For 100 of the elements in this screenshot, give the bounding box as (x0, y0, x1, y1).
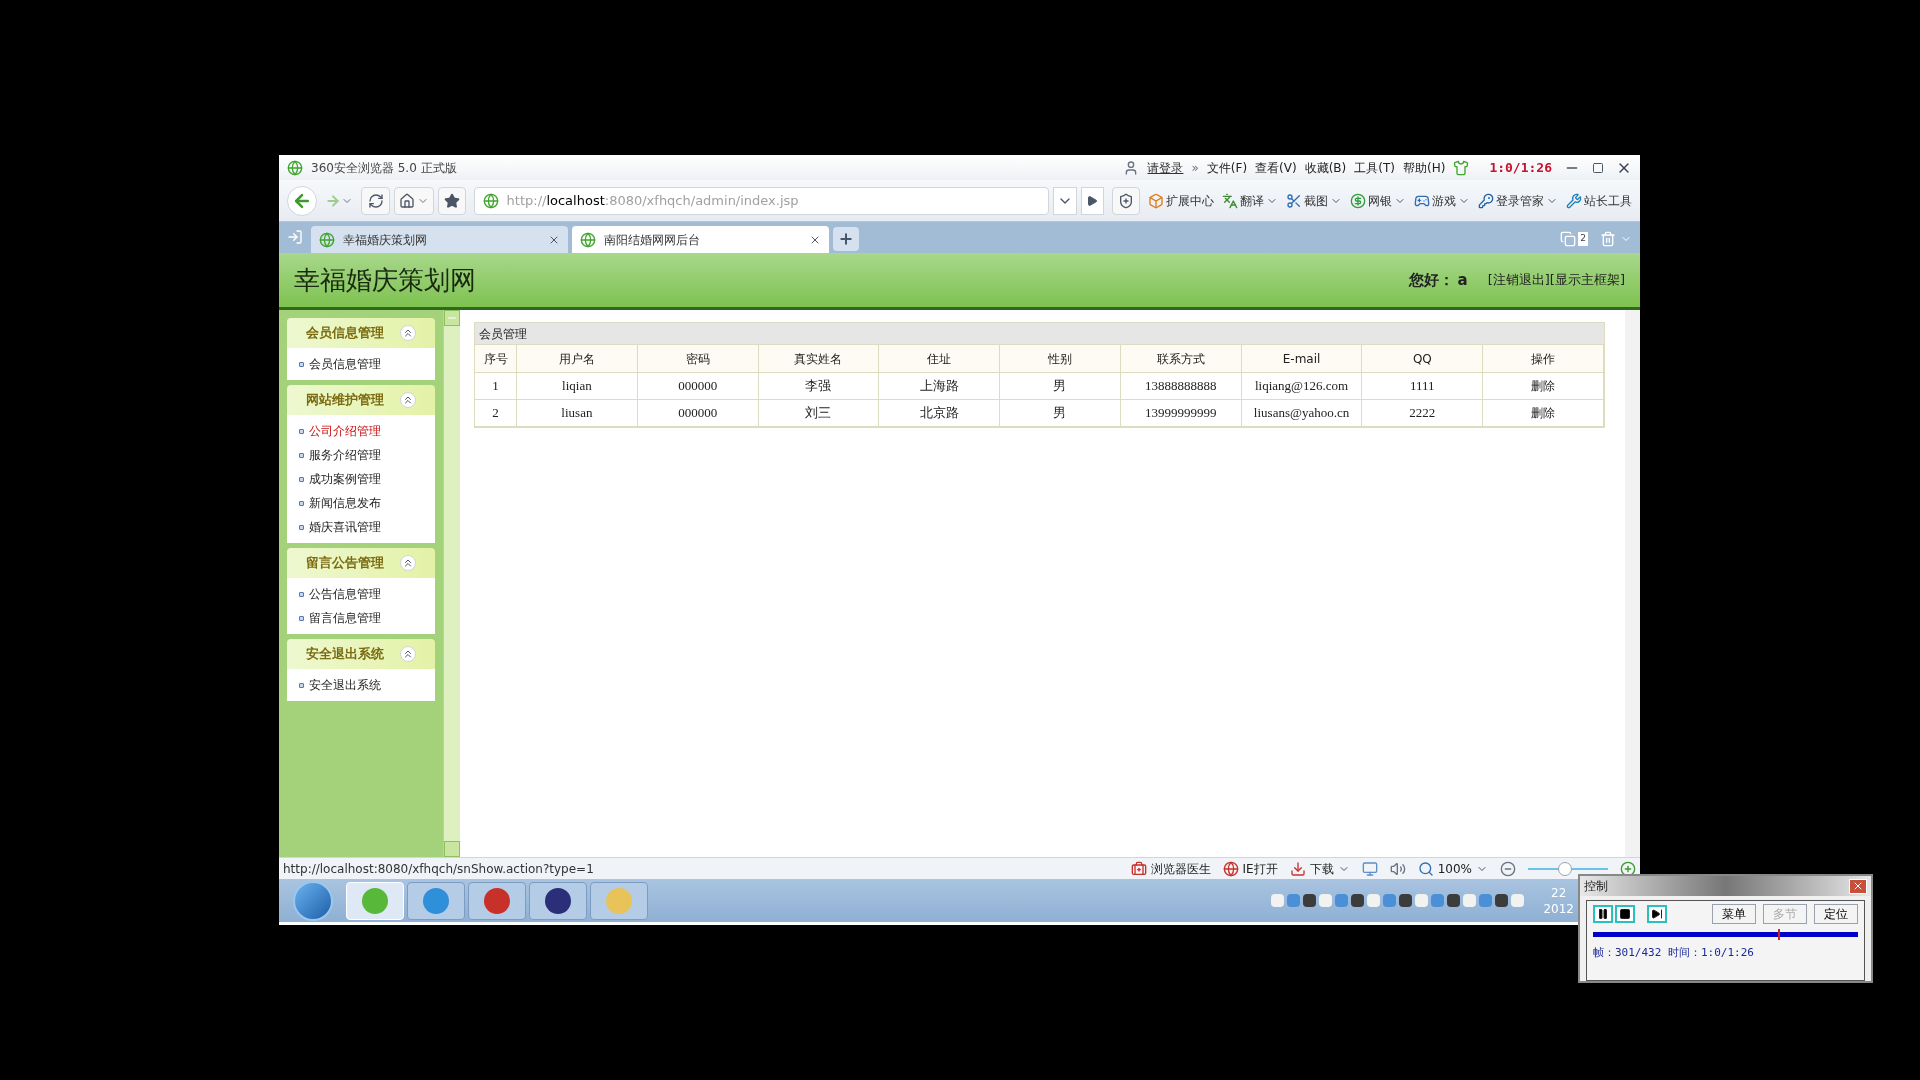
start-button[interactable] (293, 880, 333, 921)
toolbar-button[interactable]: 网银 (1350, 191, 1406, 210)
zoom-level[interactable]: 100% (1437, 859, 1472, 878)
browser-tab[interactable]: 南阳结婚网网后台 (572, 226, 829, 253)
sidebar-link[interactable]: 公司介绍管理 (309, 422, 381, 440)
more-chevron[interactable]: » (1191, 158, 1199, 177)
progress-track[interactable] (1593, 932, 1858, 937)
favorite-button[interactable] (437, 186, 466, 215)
header-link[interactable]: [显示主框架] (1549, 270, 1625, 290)
scrollbar[interactable] (1625, 310, 1640, 857)
sidebar-toggle-icon[interactable] (287, 229, 303, 245)
key-icon[interactable] (1478, 192, 1494, 209)
sidebar-link[interactable]: 公告信息管理 (309, 585, 381, 603)
taskbar-app[interactable] (529, 881, 587, 920)
menu-item[interactable]: 文件(F) (1206, 158, 1248, 177)
table-cell: 1111 (1362, 373, 1484, 400)
control-button[interactable]: 菜单 (1712, 904, 1756, 924)
download-icon[interactable] (1289, 860, 1306, 877)
sidebar-section-header[interactable]: 网站维护管理 (287, 385, 435, 415)
coin-icon[interactable] (1350, 192, 1366, 209)
header-link[interactable]: [注销退出] (1487, 270, 1550, 290)
sidebar-section-header[interactable]: 会员信息管理 (287, 318, 435, 348)
medical-kit-icon[interactable] (1130, 860, 1147, 877)
menu-item[interactable]: 收藏(B) (1304, 158, 1347, 177)
speaker-icon[interactable] (1389, 860, 1406, 877)
zoom-in-icon[interactable] (1620, 860, 1636, 877)
tab-count-badge[interactable]: 2 (1560, 231, 1588, 247)
windows-icon[interactable] (1560, 231, 1577, 247)
toolbar-button[interactable]: 截图 (1286, 191, 1342, 210)
go-button[interactable] (1080, 186, 1105, 215)
column-header: 操作 (1483, 345, 1604, 373)
toolbar-button[interactable]: 站长工具 (1566, 191, 1632, 210)
status-item[interactable]: IE打开 (1242, 859, 1278, 878)
scissors-icon[interactable] (1286, 192, 1302, 209)
address-field[interactable]: http://localhost:8080/xfhqch/admin/index.jsp (473, 186, 1049, 215)
shield-button[interactable] (1112, 186, 1140, 215)
stop-button[interactable] (1615, 905, 1635, 923)
status-item[interactable]: 下载 (1309, 859, 1334, 878)
sidebar-link[interactable]: 安全退出系统 (309, 676, 381, 694)
menu-item[interactable]: 工具(T) (1354, 158, 1395, 177)
menu-item[interactable]: 帮助(H) (1403, 158, 1446, 177)
skip-forward-icon[interactable] (1651, 908, 1663, 920)
shield-icon[interactable] (1118, 192, 1135, 209)
pause-button[interactable] (1593, 905, 1613, 923)
cube-icon[interactable] (1148, 192, 1164, 209)
play-icon[interactable] (1086, 194, 1099, 207)
maximize-icon[interactable] (1592, 161, 1604, 174)
refresh-button[interactable] (360, 186, 391, 215)
login-link[interactable]: 请登录 (1147, 158, 1184, 177)
slider-thumb[interactable] (1557, 861, 1572, 876)
status-item[interactable]: 浏览器医生 (1150, 859, 1211, 878)
sidebar-link[interactable]: 新闻信息发布 (309, 494, 381, 512)
sidebar-link[interactable]: 留言信息管理 (309, 609, 381, 627)
progress-marker[interactable] (1777, 929, 1780, 940)
home-icon[interactable] (399, 192, 416, 209)
sidebar-link[interactable]: 会员信息管理 (309, 355, 381, 373)
toolbar-button[interactable]: 登录管家 (1478, 191, 1558, 210)
table-cell: 男 (1000, 373, 1121, 400)
collapse-icon[interactable] (400, 392, 416, 408)
zoom-out-icon[interactable] (1500, 860, 1516, 877)
tray-icon[interactable] (1495, 894, 1509, 907)
toolbar-button[interactable]: 翻译 (1222, 191, 1278, 210)
delete-link[interactable]: 删除 (1483, 400, 1604, 427)
step-button[interactable] (1647, 905, 1667, 923)
wrench-icon[interactable] (1566, 192, 1582, 209)
sidebar-link[interactable]: 服务介绍管理 (309, 446, 381, 464)
control-button[interactable]: 定位 (1814, 904, 1858, 924)
monitor-icon[interactable] (1361, 860, 1378, 877)
sidebar-link[interactable]: 成功案例管理 (309, 470, 381, 488)
taskbar-app[interactable] (468, 881, 526, 920)
plus-icon[interactable] (838, 231, 854, 247)
collapse-handle[interactable] (444, 841, 460, 857)
shirt-icon[interactable] (1453, 159, 1470, 176)
star-icon[interactable] (443, 192, 460, 209)
toolbar-button[interactable]: 扩展中心 (1148, 191, 1214, 210)
browser-tab[interactable]: 幸福婚庆策划网 (311, 226, 568, 253)
collapse-icon[interactable] (400, 555, 416, 571)
tray-icon[interactable] (1447, 894, 1461, 907)
pause-icon[interactable] (1597, 908, 1609, 920)
zoom-icon[interactable] (1417, 860, 1434, 877)
delete-link[interactable]: 删除 (1483, 373, 1604, 400)
tray-icon[interactable] (1303, 894, 1317, 907)
home-button[interactable] (394, 186, 434, 215)
refresh-icon[interactable] (367, 192, 384, 209)
trash-icon[interactable] (1600, 231, 1616, 247)
toolbar-button[interactable]: 游戏 (1414, 191, 1470, 210)
table-cell: 2 (475, 400, 517, 427)
new-tab-button[interactable] (833, 227, 859, 251)
sidebar-section-header[interactable]: 留言公告管理 (287, 548, 435, 578)
tray-icon[interactable] (1351, 894, 1365, 907)
collapse-icon[interactable] (400, 646, 416, 662)
tray-icon[interactable] (1399, 894, 1413, 907)
collapse-icon[interactable] (400, 325, 416, 341)
table-cell: 刘三 (758, 400, 880, 427)
sidebar-link[interactable]: 婚庆喜讯管理 (309, 518, 381, 536)
menu-item[interactable]: 查看(V) (1255, 158, 1297, 177)
column-header: 性别 (1000, 345, 1121, 373)
translate-icon[interactable] (1222, 192, 1238, 209)
sidebar-section-header[interactable]: 安全退出系统 (287, 639, 435, 669)
stop-icon[interactable] (1619, 908, 1631, 920)
